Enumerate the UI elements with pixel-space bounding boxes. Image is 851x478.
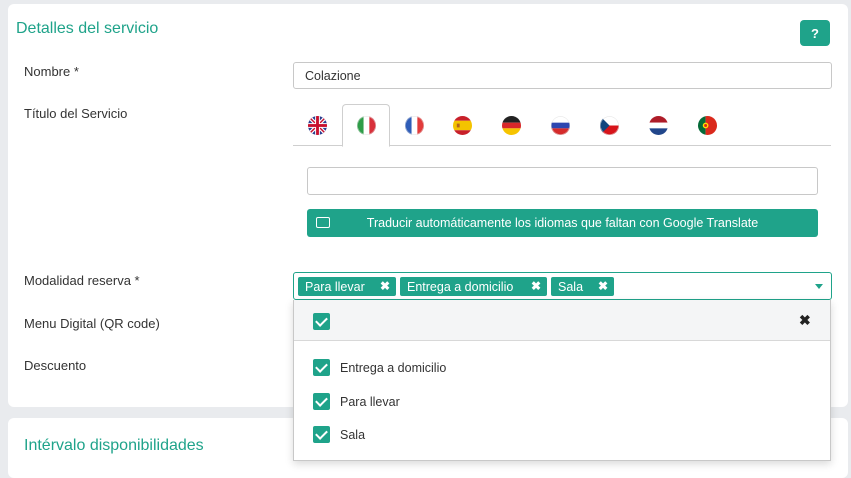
portugal-flag-icon [697, 115, 717, 135]
russia-flag-icon [550, 115, 570, 135]
nombre-label: Nombre * [24, 64, 79, 79]
nombre-input[interactable]: Colazione [293, 62, 832, 89]
option-checkbox[interactable] [313, 359, 330, 376]
translate-icon [316, 217, 330, 228]
chip-label: Entrega a domicilio [407, 279, 514, 294]
help-button[interactable]: ? [800, 20, 830, 46]
chevron-down-icon[interactable] [815, 284, 823, 289]
language-tabs [293, 104, 831, 147]
titulo-input[interactable] [307, 167, 818, 195]
option-checkbox[interactable] [313, 393, 330, 410]
section-title: Detalles del servicio [16, 20, 159, 37]
netherlands-flag-icon [648, 115, 668, 135]
tab-pt[interactable] [683, 104, 731, 146]
chip-para-llevar: Para llevar ✖ [298, 277, 396, 296]
chip-sala: Sala ✖ [551, 277, 614, 296]
chip-remove-icon[interactable]: ✖ [380, 279, 390, 293]
option-label: Entrega a domicilio [340, 361, 447, 375]
chip-entrega-a-domicilio: Entrega a domicilio ✖ [400, 277, 547, 296]
modalidad-multiselect[interactable]: Para llevar ✖ Entrega a domicilio ✖ Sala… [293, 272, 832, 300]
dropdown-header: ✖ [294, 300, 830, 341]
tab-fr[interactable] [390, 104, 438, 146]
tab-ru[interactable] [536, 104, 584, 146]
italy-flag-icon [356, 116, 376, 135]
google-translate-button[interactable]: Traducir automáticamente los idiomas que… [307, 209, 818, 237]
translate-button-label: Traducir automáticamente los idiomas que… [366, 216, 759, 230]
tab-it[interactable] [342, 104, 390, 147]
uk-flag-icon [307, 115, 327, 135]
tab-en[interactable] [293, 104, 341, 146]
tab-cz[interactable] [585, 104, 633, 146]
titulo-label: Título del Servicio [24, 106, 128, 121]
germany-flag-icon [501, 115, 521, 135]
czech-flag-icon [599, 115, 619, 135]
select-all-checkbox[interactable] [313, 313, 330, 330]
descuento-label: Descuento [24, 358, 87, 373]
option-label: Para llevar [340, 395, 400, 409]
tab-es[interactable] [438, 104, 486, 146]
modalidad-dropdown: ✖ Entrega a domicilio Para llevar Sala [293, 300, 831, 461]
option-label: Sala [340, 428, 366, 442]
close-icon[interactable]: ✖ [799, 312, 811, 329]
chip-remove-icon[interactable]: ✖ [598, 279, 608, 293]
tab-de[interactable] [487, 104, 535, 146]
chip-remove-icon[interactable]: ✖ [531, 279, 541, 293]
spain-flag-icon [452, 115, 472, 135]
chip-label: Sala [558, 279, 584, 294]
france-flag-icon [404, 115, 424, 135]
modalidad-label: Modalidad reserva * [24, 273, 140, 288]
section2-title: Intérvalo disponibilidades [24, 437, 204, 454]
tab-nl[interactable] [634, 104, 682, 146]
option-checkbox[interactable] [313, 426, 330, 443]
chip-label: Para llevar [305, 279, 365, 294]
menu-digital-label: Menu Digital (QR code) [24, 316, 160, 331]
